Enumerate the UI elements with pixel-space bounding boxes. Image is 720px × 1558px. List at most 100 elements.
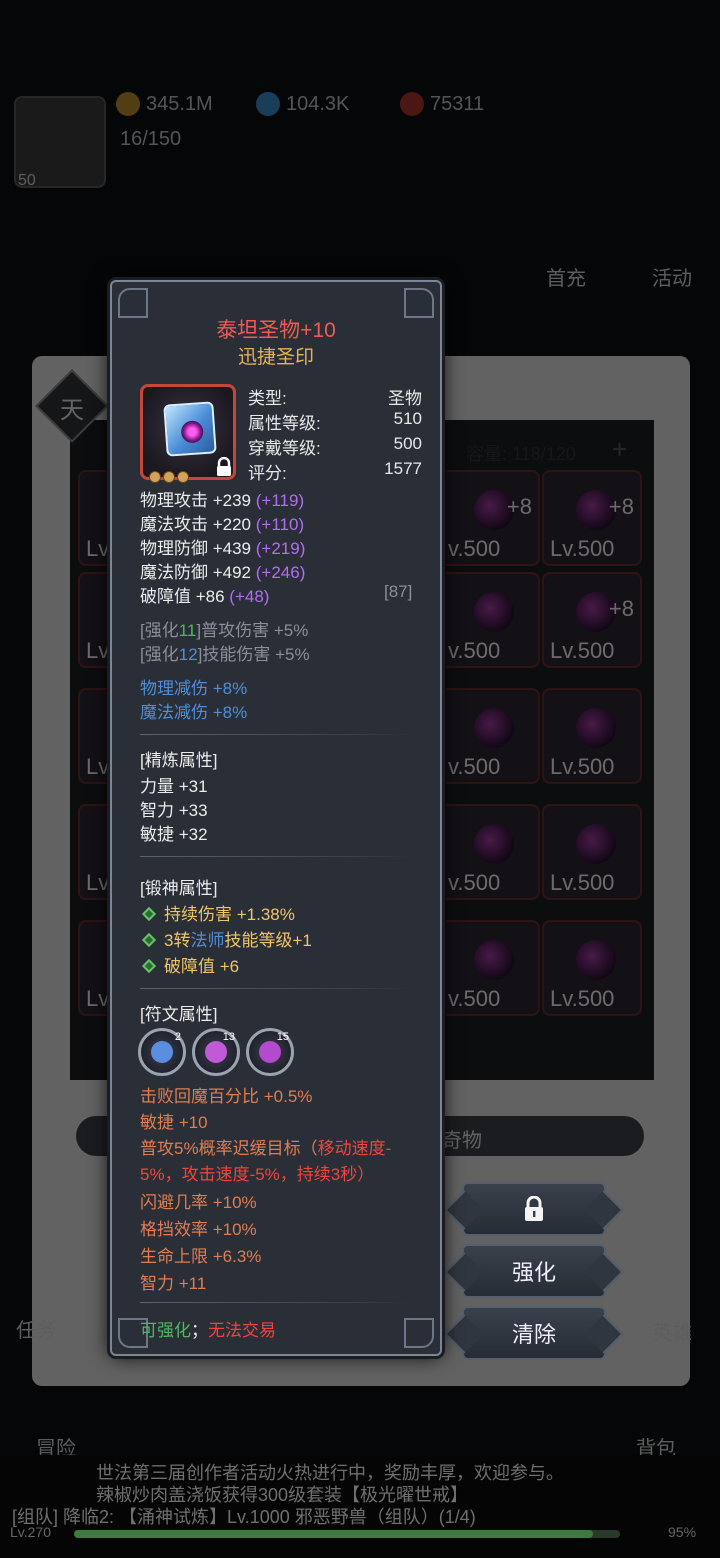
enhance-button[interactable]: 强化 bbox=[462, 1244, 606, 1298]
forge-line: 破障值 +6 bbox=[140, 952, 239, 977]
inventory-slot[interactable]: v.500 bbox=[440, 572, 540, 668]
stat-line: 破障值 +86 (+48) bbox=[140, 587, 270, 606]
diamond-bullet-icon bbox=[141, 958, 157, 974]
wind-rune-icon bbox=[205, 1041, 227, 1063]
info-score: 评分: 1577 bbox=[248, 459, 422, 483]
stat-line: 物理防御 +439 (+219) bbox=[140, 539, 306, 558]
rune-stat-line: 闪避几率 +10% bbox=[140, 1193, 257, 1212]
player-level: 50 bbox=[18, 172, 36, 189]
rune-stat-line: 普攻5%概率迟缓目标（移动速度- bbox=[140, 1139, 392, 1158]
enhance-line: [强化11]普攻伤害 +5% bbox=[140, 621, 309, 640]
xp-progress-fill bbox=[74, 1530, 593, 1538]
item-lock-icon bbox=[217, 457, 231, 476]
gold-coin-icon bbox=[116, 92, 140, 116]
nav-heroes[interactable]: 英雄 bbox=[652, 1316, 692, 1345]
inventory-slot[interactable]: Lv.500 bbox=[542, 688, 642, 784]
chat-feed[interactable]: 世法第三届创作者活动火热进行中，奖励丰厚，欢迎参与。 辣椒炒肉盖浇饭获得300级… bbox=[0, 1455, 720, 1558]
reduction-line: 魔法减伤 +8% bbox=[140, 703, 248, 722]
inventory-slot[interactable]: v.500 bbox=[440, 688, 540, 784]
xp-level: Lv.270 bbox=[10, 1524, 51, 1540]
stat-line: 魔法防御 +492 (+246) bbox=[140, 563, 306, 582]
rune-slot[interactable]: 15 bbox=[246, 1028, 294, 1076]
capacity-label: 容量: 118/120 bbox=[466, 444, 576, 464]
inventory-slot[interactable]: +8 Lv.500 bbox=[542, 470, 642, 566]
gem-icon bbox=[474, 592, 514, 632]
star-icon bbox=[177, 471, 189, 483]
divider bbox=[140, 856, 412, 857]
item-tooltip: 泰坦圣物+10 迅捷圣印 类型: 圣物 属性等级: 510 穿戴等级: 500 评分:… bbox=[110, 280, 442, 1356]
relic-cube-icon bbox=[163, 401, 217, 457]
xp-progress-bar bbox=[74, 1530, 620, 1538]
stat-cap: [87] bbox=[384, 582, 413, 601]
divider bbox=[140, 988, 412, 989]
ruby-resource: 75311 bbox=[400, 92, 484, 116]
rune-header: [符文属性] bbox=[140, 1005, 218, 1024]
lock-button[interactable] bbox=[462, 1182, 606, 1236]
gem-icon bbox=[576, 824, 616, 864]
star-icon bbox=[163, 471, 175, 483]
tian-label: 天 bbox=[60, 397, 84, 424]
divider bbox=[140, 1302, 412, 1303]
diamond-resource: 104.3K bbox=[256, 92, 349, 116]
diamond-icon bbox=[256, 92, 280, 116]
info-attr-level: 属性等级: 510 bbox=[248, 409, 422, 433]
refine-line: 敏捷 +32 bbox=[140, 825, 208, 844]
rune-stat-line: 敏捷 +10 bbox=[140, 1113, 208, 1132]
first-recharge-button[interactable]: 首充 bbox=[546, 262, 586, 291]
trade-status: 可强化；无法交易 bbox=[140, 1321, 276, 1340]
xp-percent: 95% bbox=[668, 1524, 697, 1540]
stat-line: 魔法攻击 +220 (+110) bbox=[140, 515, 305, 534]
chat-message: [组队] 降临2: 【涌神试炼】Lv.1000 邪恶野兽（组队）(1/4) bbox=[12, 1507, 476, 1527]
frame-corner bbox=[404, 1318, 434, 1348]
gem-icon bbox=[474, 708, 514, 748]
enhance-line: [强化12]技能伤害 +5% bbox=[140, 645, 310, 664]
item-subtitle: 迅捷圣印 bbox=[237, 347, 314, 368]
tab-curio[interactable]: 奇物 bbox=[442, 1124, 482, 1153]
divider bbox=[140, 734, 412, 735]
stat-line: 物理攻击 +239 (+119) bbox=[140, 491, 305, 510]
diamond-bullet-icon bbox=[141, 932, 157, 948]
inventory-slot[interactable]: Lv.500 bbox=[542, 920, 642, 1016]
refine-header: [精炼属性] bbox=[140, 751, 218, 770]
clear-button[interactable]: 清除 bbox=[462, 1306, 606, 1360]
info-wear-level: 穿戴等级: 500 bbox=[248, 434, 422, 458]
item-icon-frame bbox=[140, 384, 236, 483]
refine-line: 智力 +33 bbox=[140, 801, 208, 820]
item-name: 泰坦圣物+10 bbox=[216, 319, 336, 342]
activity-button[interactable]: 活动 bbox=[652, 262, 692, 291]
info-type: 类型: 圣物 bbox=[248, 389, 422, 408]
rune-stat-line: 格挡效率 +10% bbox=[140, 1220, 257, 1239]
gem-icon bbox=[474, 940, 514, 980]
arcane-rune-icon bbox=[259, 1041, 281, 1063]
inventory-slot[interactable]: v.500 bbox=[440, 804, 540, 900]
star-icon bbox=[149, 471, 161, 483]
rune-stat-line: 击败回魔百分比 +0.5% bbox=[140, 1087, 313, 1106]
rune-slot[interactable]: 13 bbox=[192, 1028, 240, 1076]
gold-resource: 345.1M bbox=[116, 92, 213, 116]
inventory-slot[interactable]: v.500 bbox=[440, 920, 540, 1016]
ruby-icon bbox=[400, 92, 424, 116]
lock-icon bbox=[525, 1196, 543, 1221]
rune-stat-line: 生命上限 +6.3% bbox=[140, 1247, 262, 1266]
water-rune-icon bbox=[151, 1041, 173, 1063]
rune-stat-line: 5%，攻击速度-5%，持续3秒） bbox=[140, 1165, 375, 1184]
inventory-slot[interactable]: Lv.500 bbox=[542, 804, 642, 900]
eye-gem-icon bbox=[180, 420, 204, 444]
forge-line: 持续伤害 +1.38% bbox=[140, 900, 295, 925]
rune-slot[interactable]: 2 bbox=[138, 1028, 186, 1076]
inventory-slot[interactable]: +8 v.500 bbox=[440, 470, 540, 566]
inventory-slot[interactable]: +8 Lv.500 bbox=[542, 572, 642, 668]
gem-icon bbox=[576, 940, 616, 980]
gem-icon bbox=[576, 708, 616, 748]
diamond-bullet-icon bbox=[141, 906, 157, 922]
gem-icon bbox=[474, 824, 514, 864]
nav-tasks[interactable]: 任务 bbox=[16, 1314, 56, 1343]
forge-header: [锻神属性] bbox=[140, 879, 218, 898]
capacity-add-icon[interactable]: + bbox=[612, 434, 627, 465]
forge-line: 3转法师技能等级+1 bbox=[140, 926, 312, 951]
refine-line: 力量 +31 bbox=[140, 777, 208, 796]
reduction-line: 物理减伤 +8% bbox=[140, 679, 248, 698]
star-rating bbox=[149, 471, 189, 483]
energy-counter: 16/150 bbox=[120, 128, 182, 150]
rune-stat-line: 智力 +11 bbox=[140, 1274, 207, 1293]
